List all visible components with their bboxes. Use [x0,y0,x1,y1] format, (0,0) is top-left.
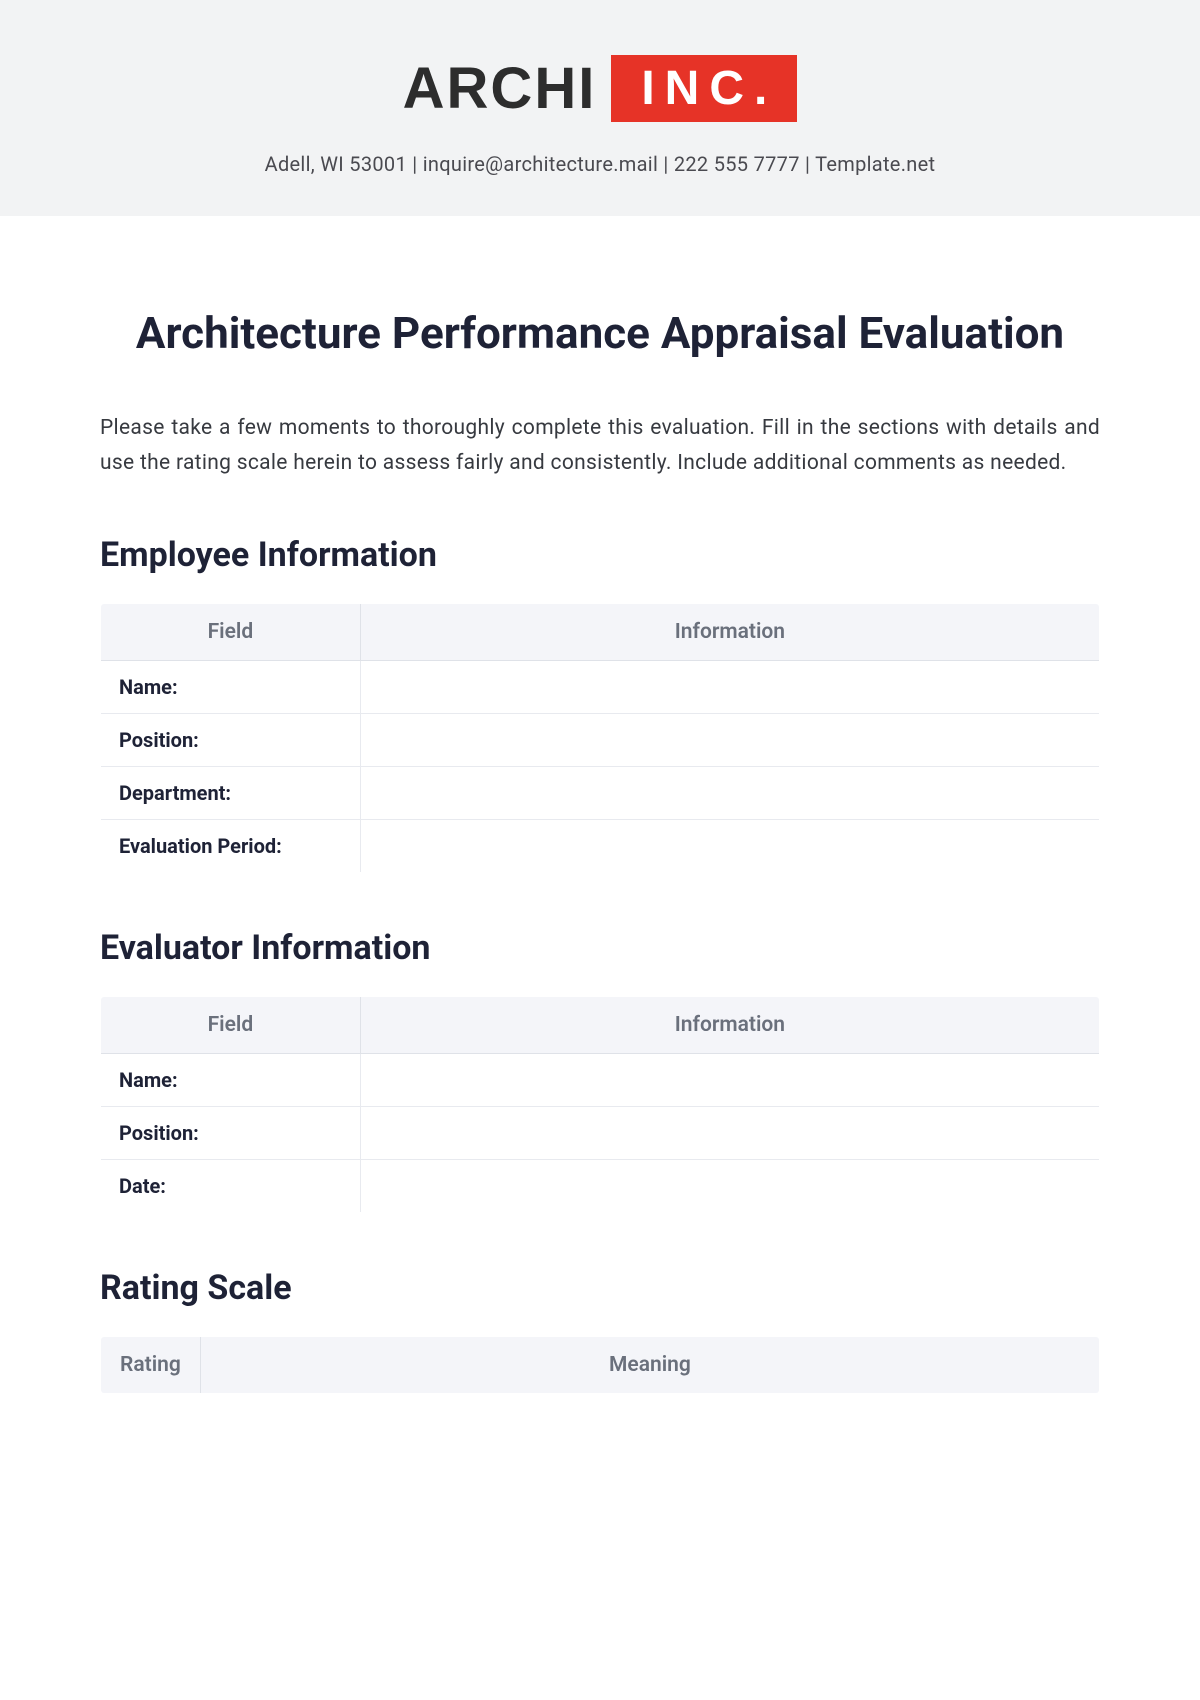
field-label: Position: [101,714,361,767]
field-value[interactable] [360,714,1099,767]
logo-text-inc: INC. [611,55,797,122]
page-title: Architecture Performance Appraisal Evalu… [100,306,1100,361]
field-value[interactable] [360,820,1099,873]
evaluator-info-heading: Evaluator Information [100,928,1100,968]
table-header-information: Information [360,997,1099,1054]
field-value[interactable] [360,1160,1099,1213]
field-value[interactable] [360,661,1099,714]
table-header-rating: Rating [101,1337,201,1394]
employee-info-table: Field Information Name: Position: Depart… [100,603,1100,873]
table-row: Name: [101,661,1100,714]
field-label: Name: [101,1054,361,1107]
table-row: Evaluation Period: [101,820,1100,873]
field-label: Department: [101,767,361,820]
table-row: Department: [101,767,1100,820]
rating-scale-heading: Rating Scale [100,1268,1100,1308]
field-value[interactable] [360,1107,1099,1160]
table-row: Name: [101,1054,1100,1107]
field-label: Evaluation Period: [101,820,361,873]
header-banner: ARCHI INC. Adell, WI 53001 | inquire@arc… [0,0,1200,216]
evaluator-info-table: Field Information Name: Position: Date: [100,996,1100,1213]
field-value[interactable] [360,1054,1099,1107]
field-value[interactable] [360,767,1099,820]
logo: ARCHI INC. [0,55,1200,122]
table-header-meaning: Meaning [200,1337,1099,1394]
employee-info-heading: Employee Information [100,535,1100,575]
table-header-field: Field [101,997,361,1054]
table-row: Position: [101,714,1100,767]
field-label: Date: [101,1160,361,1213]
contact-info: Adell, WI 53001 | inquire@architecture.m… [0,152,1200,176]
rating-scale-table: Rating Meaning [100,1336,1100,1394]
table-row: Position: [101,1107,1100,1160]
field-label: Position: [101,1107,361,1160]
field-label: Name: [101,661,361,714]
document-body: Architecture Performance Appraisal Evalu… [0,216,1200,1489]
table-header-information: Information [360,604,1099,661]
table-row: Date: [101,1160,1100,1213]
table-header-field: Field [101,604,361,661]
intro-paragraph: Please take a few moments to thoroughly … [100,411,1100,480]
logo-text-archi: ARCHI [403,55,597,122]
